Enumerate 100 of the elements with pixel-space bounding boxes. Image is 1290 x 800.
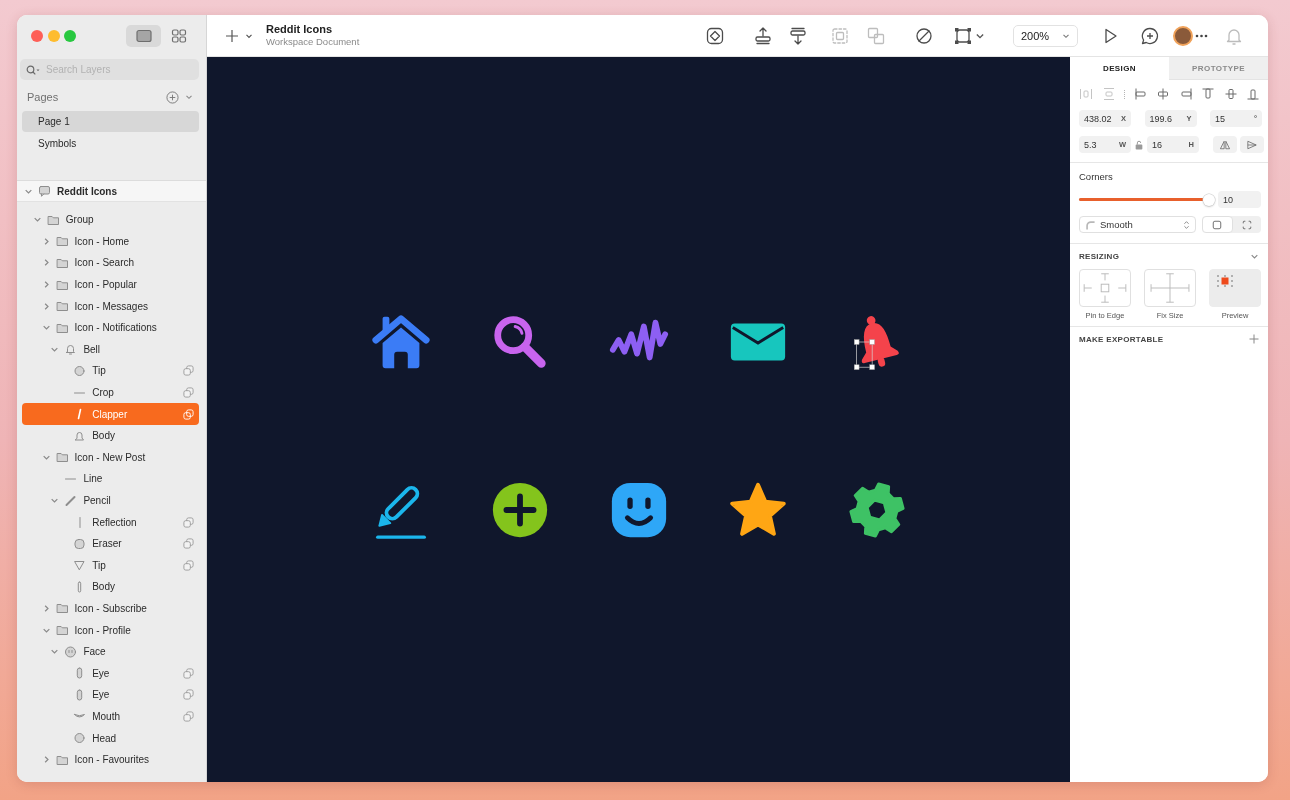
layer-item[interactable]: Icon - Messages xyxy=(22,295,199,317)
align-middle-icon[interactable] xyxy=(1223,87,1238,101)
align-left-icon[interactable] xyxy=(1133,87,1148,101)
layer-item[interactable]: Bell xyxy=(22,338,199,361)
layer-item[interactable]: Icon - Profile xyxy=(22,619,199,641)
chevron-down-icon[interactable] xyxy=(41,323,51,333)
resize-handle[interactable] xyxy=(853,338,859,345)
minimize-button[interactable] xyxy=(47,30,60,42)
overlap-squares-icon[interactable] xyxy=(183,559,194,571)
corner-brackets-icon xyxy=(1241,219,1252,230)
rounded-square-icon xyxy=(73,537,87,550)
arrow-up-stack-icon[interactable] xyxy=(753,25,773,46)
layer-item[interactable]: Reddit Icons xyxy=(17,180,206,202)
folder-icon xyxy=(55,624,69,637)
layer-item[interactable]: Reflection xyxy=(22,511,199,533)
layer-item[interactable]: Face xyxy=(22,640,199,663)
plus-icon[interactable] xyxy=(225,28,239,43)
layer-item[interactable]: Eye xyxy=(22,662,199,685)
chevron-down-icon[interactable] xyxy=(50,496,60,505)
overlap-squares-icon[interactable] xyxy=(183,667,194,679)
canvas-view-button[interactable] xyxy=(126,25,161,47)
layer-item[interactable]: Icon - Search xyxy=(22,252,199,274)
align-right-icon[interactable] xyxy=(1178,87,1193,101)
layer-item[interactable]: Head xyxy=(22,727,199,749)
selection-outline xyxy=(855,341,872,368)
layer-item[interactable]: Crop xyxy=(22,381,199,404)
overlap-squares-icon[interactable] xyxy=(183,710,194,722)
layer-item[interactable]: Group xyxy=(22,209,199,231)
corners-label: Corners xyxy=(1078,171,1114,183)
grid-icon xyxy=(170,29,187,43)
align-bottom-icon[interactable] xyxy=(1246,87,1260,101)
overlap-squares-icon[interactable] xyxy=(183,538,194,550)
resize-handle[interactable] xyxy=(853,364,859,370)
more-icon[interactable] xyxy=(1195,33,1208,38)
overlap-squares-icon[interactable] xyxy=(183,408,194,420)
layer-item[interactable]: Icon - Popular xyxy=(22,273,199,296)
layer-item[interactable]: Icon - Favourites xyxy=(22,748,199,771)
corner-mode-button[interactable] xyxy=(1202,216,1233,233)
search-icon xyxy=(26,64,40,75)
circle-icon xyxy=(73,364,87,377)
folder-icon xyxy=(55,602,69,615)
zoom-dropdown[interactable]: 200% xyxy=(1013,24,1078,47)
slashed-circle-icon[interactable] xyxy=(914,25,934,46)
up-down-chevron-icon xyxy=(1183,219,1190,230)
resize-handle[interactable] xyxy=(869,338,875,345)
layer-item[interactable]: Icon - Notifications xyxy=(22,316,199,339)
layer-item[interactable]: Icon - Subscribe xyxy=(22,597,199,620)
overlap-squares-icon[interactable] xyxy=(183,387,194,399)
layer-item[interactable]: Pencil xyxy=(22,489,199,512)
flip-vertical-button[interactable] xyxy=(1240,136,1264,153)
document-title: Reddit Icons xyxy=(266,23,333,36)
lock-icon[interactable] xyxy=(1134,138,1144,151)
folder-icon xyxy=(55,321,69,334)
overlap-squares-icon[interactable] xyxy=(183,516,194,528)
layer-item[interactable]: Icon - Home xyxy=(22,230,199,253)
layer-item[interactable]: Body xyxy=(22,576,199,598)
plus-icon[interactable] xyxy=(1249,334,1259,344)
slider-thumb[interactable] xyxy=(1202,193,1215,206)
layer-item[interactable]: Tip xyxy=(22,360,199,382)
layer-item[interactable]: Tip xyxy=(22,554,199,577)
resizing-option[interactable] xyxy=(1144,269,1196,307)
corner-square-icon[interactable] xyxy=(953,25,973,46)
layer-item[interactable]: Line xyxy=(22,468,199,490)
square-icon xyxy=(1212,219,1223,230)
folder-icon xyxy=(46,213,60,226)
folder-icon xyxy=(55,257,69,269)
user-avatar[interactable] xyxy=(1173,25,1193,46)
folder-icon xyxy=(55,278,69,291)
overlap-squares-icon[interactable] xyxy=(183,689,194,701)
chevron-down-icon[interactable] xyxy=(50,647,60,657)
layer-item[interactable]: Eye xyxy=(22,684,199,706)
mirrored-triangles-icon xyxy=(1219,139,1231,150)
corner-radius-field[interactable]: 10 xyxy=(1218,191,1261,208)
resizing-option[interactable] xyxy=(1079,269,1131,307)
align-center-icon[interactable] xyxy=(1156,87,1170,101)
corner-style-dropdown[interactable]: Smooth xyxy=(1079,216,1196,233)
flip-horizontal-button[interactable] xyxy=(1213,136,1237,153)
plus-circle-icon[interactable] xyxy=(166,90,179,104)
pencil-icon xyxy=(64,494,78,507)
pages-heading: Pages xyxy=(27,91,59,103)
align-top-icon[interactable] xyxy=(1201,87,1215,101)
layer-item[interactable]: Icon - New Post xyxy=(22,446,199,469)
arrow-down-stack-icon[interactable] xyxy=(788,25,808,46)
resizing-heading: RESIZING xyxy=(1079,251,1120,261)
overlap-squares-icon[interactable] xyxy=(183,365,194,377)
page-item[interactable]: Page 1 xyxy=(22,111,199,132)
anchor-grid-icon xyxy=(1215,273,1235,289)
artboard-icon xyxy=(38,185,51,197)
layer-item[interactable]: Eraser xyxy=(22,532,199,555)
close-button[interactable] xyxy=(31,30,43,42)
layer-item[interactable]: Body xyxy=(22,424,199,447)
window-icon xyxy=(135,29,152,43)
chevron-down-icon[interactable] xyxy=(185,93,193,101)
folder-icon xyxy=(55,753,69,766)
zoom-button[interactable] xyxy=(64,30,76,42)
face-icon xyxy=(64,645,78,658)
layer-item[interactable]: Mouth xyxy=(22,705,199,728)
speech-bubble-icon[interactable] xyxy=(1140,25,1160,46)
page-item[interactable]: Symbols xyxy=(22,133,199,154)
chevron-down-icon[interactable] xyxy=(32,215,42,225)
